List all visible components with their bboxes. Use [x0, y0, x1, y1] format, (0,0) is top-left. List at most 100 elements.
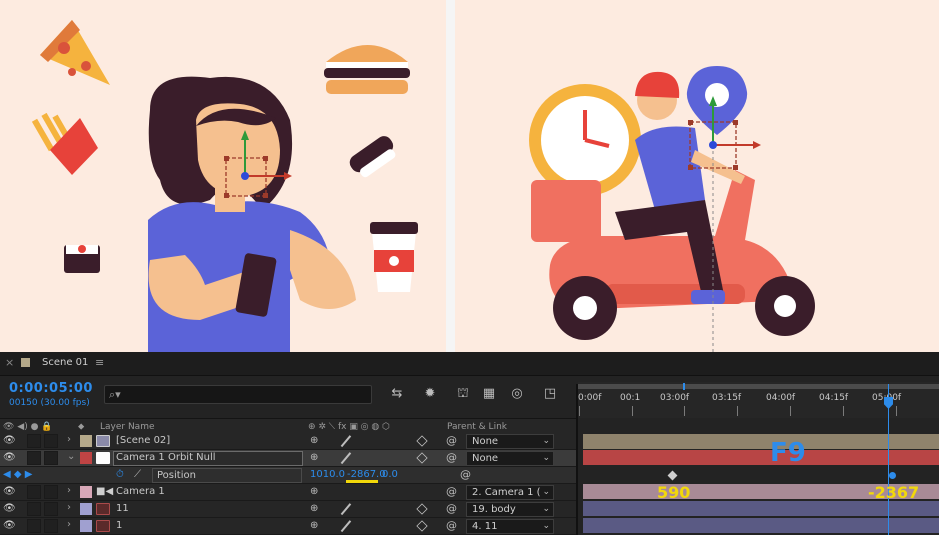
3d-layer-icon[interactable]: [416, 503, 428, 515]
layer-row-1[interactable]: 👁 › [Scene 02] ⊕ @ None ⌄: [0, 433, 576, 450]
shy-switch-icon[interactable]: ⊕: [310, 520, 318, 531]
parent-dropdown[interactable]: 2. Camera 1 (⌄: [466, 485, 554, 500]
position-property-row[interactable]: ◀ ◆ ▶ ⏱ ⟋ Position 1010.0 -2867.0 0.0 @: [0, 467, 576, 484]
frame-blending-icon[interactable]: ▦: [480, 386, 498, 402]
chevron-right-icon[interactable]: ›: [67, 434, 71, 445]
viewer-divider: [446, 0, 455, 352]
label-color[interactable]: [80, 503, 92, 515]
hotkey-annotation: F9: [770, 438, 806, 468]
switches-header[interactable]: ⊕ ✲ ⟍ fx ▣ ◎ ◍ ⬡: [308, 422, 390, 432]
motion-blur-icon[interactable]: ◎: [508, 386, 526, 402]
graph-editor-icon[interactable]: ◳: [541, 386, 559, 402]
layer-name-header[interactable]: Layer Name: [100, 422, 155, 432]
eye-icon[interactable]: 👁: [3, 486, 16, 497]
composition-tab[interactable]: Scene 01: [42, 357, 88, 368]
solo-toggle[interactable]: [27, 485, 41, 499]
parent-pickwhip-icon[interactable]: @: [446, 434, 457, 447]
layer-bar-orbit-null[interactable]: [583, 450, 939, 465]
chevron-right-icon[interactable]: ›: [67, 502, 71, 513]
solo-toggle[interactable]: [27, 451, 41, 465]
chevron-right-icon[interactable]: ›: [67, 485, 71, 496]
layer-name[interactable]: [Scene 02]: [116, 435, 170, 446]
draft-3d-icon[interactable]: ✹: [421, 386, 439, 402]
shy-switch-icon[interactable]: ⊕: [310, 503, 318, 514]
layer-name[interactable]: 1: [116, 520, 122, 531]
quality-switch[interactable]: [340, 452, 352, 464]
solo-toggle[interactable]: [27, 434, 41, 448]
solo-toggle[interactable]: [27, 519, 41, 533]
3d-layer-icon[interactable]: [416, 520, 428, 532]
close-tab-icon[interactable]: ×: [5, 356, 14, 369]
shy-layers-icon[interactable]: ⛫: [454, 386, 472, 402]
parent-pickwhip-icon[interactable]: @: [446, 485, 457, 498]
parent-link-header[interactable]: Parent & Link: [447, 422, 507, 432]
keyframe-nav-icon[interactable]: ◀ ◆ ▶: [3, 469, 32, 480]
layer-row-2[interactable]: 👁 ⌄ Camera 1 Orbit Null ⊕ @ None ⌄: [0, 450, 576, 467]
parent-pickwhip-icon[interactable]: @: [446, 451, 457, 464]
viewer-left-scene[interactable]: [0, 0, 446, 352]
eye-icon[interactable]: 👁: [3, 452, 16, 463]
parent-pickwhip-icon[interactable]: @: [446, 519, 457, 532]
search-icon: ⌕▾: [109, 388, 121, 401]
chevron-right-icon[interactable]: ›: [67, 519, 71, 530]
girl-food-illustration: [31, 20, 418, 352]
label-column-icon[interactable]: ⬥: [78, 422, 84, 432]
viewer-right-scene[interactable]: [455, 0, 939, 352]
layer-row-3[interactable]: 👁 › ■◀ Camera 1 ⊕ @ 2. Camera 1 (⌄: [0, 484, 576, 501]
solo-toggle[interactable]: [27, 502, 41, 516]
layer-name[interactable]: 11: [116, 503, 129, 514]
graph-icon[interactable]: ⟋: [134, 469, 141, 480]
label-color[interactable]: [80, 486, 92, 498]
work-area-bar[interactable]: [578, 384, 939, 389]
shy-switch-icon[interactable]: ⊕: [310, 452, 318, 463]
position-x-value[interactable]: 1010.0: [310, 469, 345, 480]
3d-layer-icon[interactable]: [416, 435, 428, 447]
expression-pickwhip-icon[interactable]: @: [460, 468, 471, 481]
frame-rate-readout: 00150 (30.00 fps): [9, 398, 90, 408]
shy-switch-icon[interactable]: ⊕: [310, 435, 318, 446]
3d-layer-icon[interactable]: [416, 452, 428, 464]
label-color[interactable]: [80, 452, 92, 464]
lock-toggle[interactable]: [44, 434, 58, 448]
layer-name[interactable]: Camera 1 Orbit Null: [116, 452, 216, 463]
layer-bar-11[interactable]: [583, 501, 939, 516]
highlight-underline: [346, 480, 378, 483]
quality-switch[interactable]: [340, 520, 352, 532]
work-area-marker[interactable]: [683, 383, 685, 390]
parent-pickwhip-icon[interactable]: @: [446, 502, 457, 515]
parent-dropdown[interactable]: None ⌄: [466, 434, 554, 449]
eye-icon[interactable]: 👁: [3, 520, 16, 531]
quality-switch[interactable]: [340, 435, 352, 447]
panel-menu-icon[interactable]: ≡: [95, 356, 104, 369]
label-color[interactable]: [80, 520, 92, 532]
keyframe-end[interactable]: [889, 472, 896, 479]
current-time-display[interactable]: 0:00:05:00: [9, 381, 93, 396]
layer-name[interactable]: Camera 1: [116, 486, 165, 497]
lock-toggle[interactable]: [44, 485, 58, 499]
parent-dropdown[interactable]: 4. 11 ⌄: [466, 519, 554, 534]
camera-icon: ■◀: [96, 486, 114, 497]
parent-dropdown[interactable]: None ⌄: [466, 451, 554, 466]
stopwatch-icon[interactable]: ⏱: [116, 469, 124, 480]
quality-switch[interactable]: [340, 503, 352, 515]
shy-switch-icon[interactable]: ⊕: [310, 486, 318, 497]
lock-toggle[interactable]: [44, 451, 58, 465]
av-features-icon[interactable]: 👁 ◀) ● 🔒: [3, 422, 53, 432]
layer-bar-1[interactable]: [583, 518, 939, 533]
chevron-down-icon[interactable]: ⌄: [67, 451, 75, 462]
eye-icon[interactable]: 👁: [3, 503, 16, 514]
parent-dropdown[interactable]: 19. body ⌄: [466, 502, 554, 517]
layer-row-5[interactable]: 👁 › 1 ⊕ @ 4. 11 ⌄: [0, 518, 576, 535]
label-color[interactable]: [80, 435, 92, 447]
composition-viewer[interactable]: [0, 0, 939, 352]
layer-row-4[interactable]: 👁 › 11 ⊕ @ 19. body ⌄: [0, 501, 576, 518]
eye-icon[interactable]: 👁: [3, 435, 16, 446]
position-z-value[interactable]: 0.0: [382, 469, 398, 480]
position-y-value[interactable]: -2867.0: [347, 469, 386, 480]
lock-toggle[interactable]: [44, 519, 58, 533]
layer-search-input[interactable]: ⌕▾: [104, 385, 372, 404]
lock-toggle[interactable]: [44, 502, 58, 516]
layer-bar-scene-02[interactable]: [583, 434, 939, 449]
comp-mini-flowchart-icon[interactable]: ⇆: [388, 386, 406, 402]
chevron-down-icon: ⌄: [542, 487, 550, 497]
